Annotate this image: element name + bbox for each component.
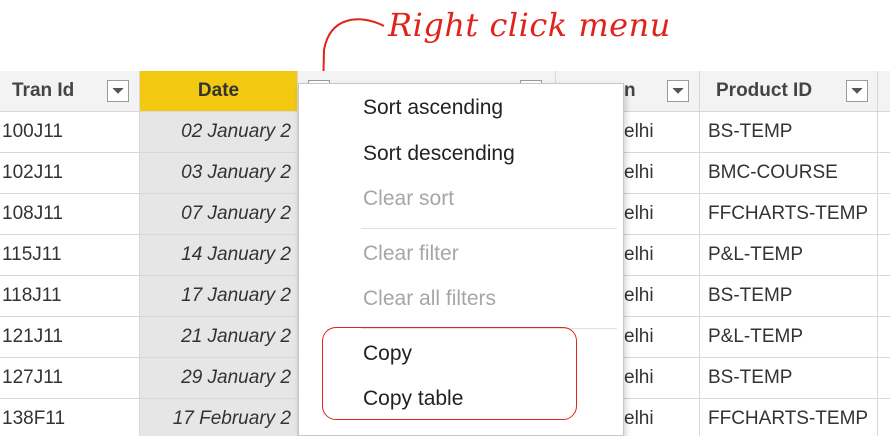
cell-city[interactable]: elhi [624, 276, 700, 316]
cell-tran-id[interactable]: 102J11 [0, 153, 140, 193]
cell-product-id[interactable]: BS-TEMP [700, 112, 878, 152]
column-header-label: Date [197, 80, 240, 101]
column-header-label: Product ID [716, 80, 813, 101]
cell-product-id[interactable]: FFCHARTS-TEMP [700, 194, 878, 234]
column-header-label: n [624, 80, 636, 101]
cell-tran-id[interactable]: 121J11 [0, 317, 140, 357]
column-header-label: Tran Id [12, 80, 75, 101]
menu-item-clear-all-filters[interactable]: Clear all filters [363, 287, 496, 311]
cell-date[interactable]: 02 January 2 [140, 112, 298, 152]
cell-city[interactable]: elhi [624, 153, 700, 193]
column-header-date[interactable]: Date [140, 71, 330, 111]
cell-city[interactable]: elhi [624, 112, 700, 152]
cell-tran-id[interactable]: 108J11 [0, 194, 140, 234]
cell-date[interactable]: 03 January 2 [140, 153, 298, 193]
cell-tran-id[interactable]: 115J11 [0, 235, 140, 275]
chevron-down-icon [112, 87, 124, 94]
menu-item-clear-sort[interactable]: Clear sort [363, 187, 454, 211]
cell-city[interactable]: elhi [624, 194, 700, 234]
filter-dropdown-button[interactable] [846, 80, 868, 102]
cell-city[interactable]: elhi [624, 358, 700, 398]
column-header-product-id[interactable]: Product ID [700, 71, 878, 111]
cell-tran-id[interactable]: 138F11 [0, 399, 140, 436]
cell-date[interactable]: 29 January 2 [140, 358, 298, 398]
cell-product-id[interactable]: BS-TEMP [700, 276, 878, 316]
cell-date[interactable]: 17 January 2 [140, 276, 298, 316]
cell-city[interactable]: elhi [624, 235, 700, 275]
menu-separator [361, 328, 617, 329]
menu-item-sort-descending[interactable]: Sort descending [363, 142, 515, 166]
filter-dropdown-button[interactable] [667, 80, 689, 102]
cell-product-id[interactable]: BS-TEMP [700, 358, 878, 398]
cell-date[interactable]: 17 February 2 [140, 399, 298, 436]
cell-product-id[interactable]: P&L-TEMP [700, 235, 878, 275]
cell-date[interactable]: 21 January 2 [140, 317, 298, 357]
column-header-tran-id[interactable]: Tran Id [0, 71, 140, 111]
cell-city[interactable]: elhi [624, 399, 700, 436]
menu-item-sort-ascending[interactable]: Sort ascending [363, 96, 503, 120]
menu-item-copy-table[interactable]: Copy table [363, 387, 463, 411]
cell-tran-id[interactable]: 100J11 [0, 112, 140, 152]
cell-product-id[interactable]: FFCHARTS-TEMP [700, 399, 878, 436]
chevron-down-icon [672, 87, 684, 94]
cell-city[interactable]: elhi [624, 317, 700, 357]
filter-dropdown-button[interactable] [107, 80, 129, 102]
cell-product-id[interactable]: P&L-TEMP [700, 317, 878, 357]
cell-product-id[interactable]: BMC-COURSE [700, 153, 878, 193]
cell-date[interactable]: 14 January 2 [140, 235, 298, 275]
annotation-label: Right click menu [388, 6, 671, 44]
cell-date[interactable]: 07 January 2 [140, 194, 298, 234]
menu-separator [361, 228, 617, 229]
menu-item-copy[interactable]: Copy [363, 342, 412, 366]
cell-tran-id[interactable]: 127J11 [0, 358, 140, 398]
chevron-down-icon [851, 87, 863, 94]
context-menu: Sort ascending Sort descending Clear sor… [298, 83, 624, 436]
screenshot-stage: Right click menu Tran Id Date n Product … [0, 0, 890, 436]
menu-item-clear-filter[interactable]: Clear filter [363, 242, 459, 266]
cell-tran-id[interactable]: 118J11 [0, 276, 140, 316]
